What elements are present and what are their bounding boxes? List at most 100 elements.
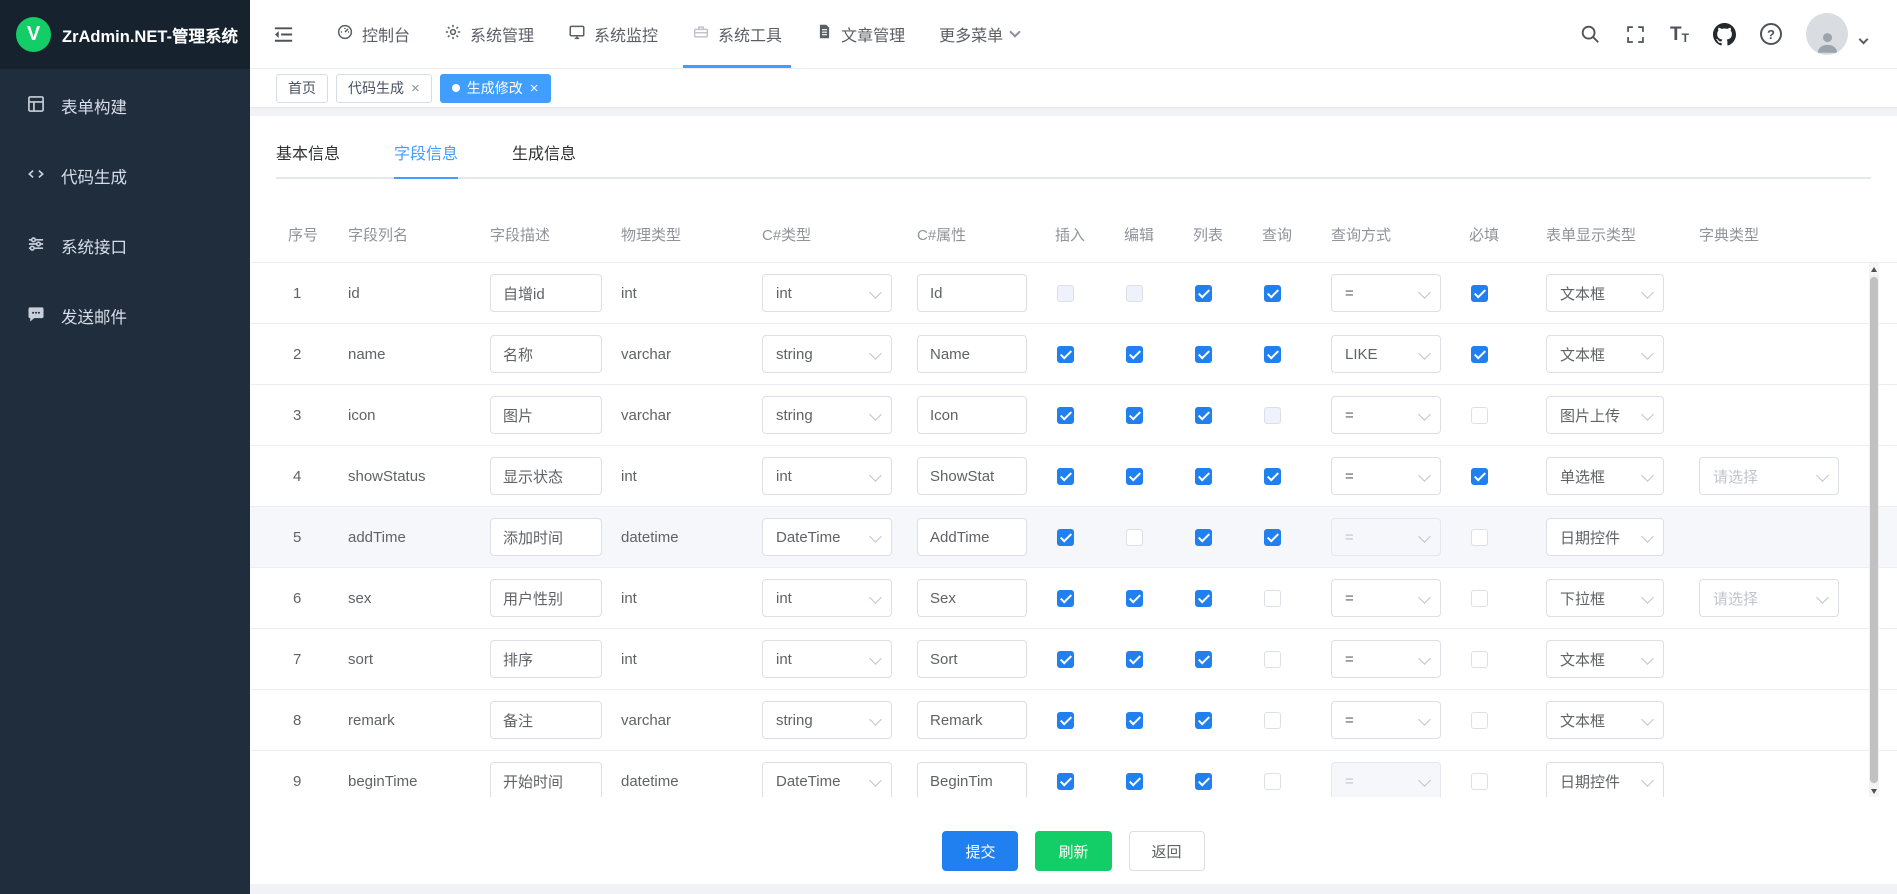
insert-checkbox[interactable] (1057, 773, 1074, 790)
edit-checkbox[interactable] (1126, 712, 1143, 729)
back-button[interactable]: 返回 (1129, 831, 1205, 871)
insert-checkbox[interactable] (1057, 346, 1074, 363)
list-checkbox[interactable] (1195, 773, 1212, 790)
display-type-select[interactable]: 图片上传 (1546, 396, 1664, 434)
csharp-property-input[interactable] (917, 457, 1027, 495)
query-checkbox[interactable] (1264, 346, 1281, 363)
csharp-property-input[interactable] (917, 396, 1027, 434)
required-checkbox[interactable] (1471, 529, 1488, 546)
dict-type-select[interactable]: 请选择 (1699, 579, 1839, 617)
insert-checkbox[interactable] (1057, 407, 1074, 424)
csharp-type-select[interactable]: DateTime (762, 518, 892, 556)
csharp-type-select[interactable]: DateTime (762, 762, 892, 797)
nav-item-system-management[interactable]: 系统管理 (427, 0, 551, 68)
list-checkbox[interactable] (1195, 285, 1212, 302)
display-type-select[interactable]: 下拉框 (1546, 579, 1664, 617)
csharp-property-input[interactable] (917, 518, 1027, 556)
scrollbar-thumb[interactable] (1870, 277, 1878, 783)
list-checkbox[interactable] (1195, 590, 1212, 607)
required-checkbox[interactable] (1471, 468, 1488, 485)
edit-checkbox[interactable] (1126, 651, 1143, 668)
insert-checkbox[interactable] (1057, 590, 1074, 607)
insert-checkbox[interactable] (1057, 529, 1074, 546)
tag-home[interactable]: 首页 (276, 74, 328, 103)
query-checkbox[interactable] (1264, 773, 1281, 790)
tag-generate-edit[interactable]: 生成修改 × (440, 74, 551, 103)
edit-checkbox[interactable] (1126, 773, 1143, 790)
sidebar-item-system-api[interactable]: 系统接口 (0, 211, 250, 281)
refresh-button[interactable]: 刷新 (1035, 831, 1111, 871)
field-description-input[interactable] (490, 701, 602, 739)
query-method-select[interactable]: = (1331, 701, 1441, 739)
edit-checkbox[interactable] (1126, 346, 1143, 363)
field-description-input[interactable] (490, 762, 602, 797)
insert-checkbox[interactable] (1057, 651, 1074, 668)
query-checkbox[interactable] (1264, 468, 1281, 485)
insert-checkbox[interactable] (1057, 712, 1074, 729)
field-description-input[interactable] (490, 457, 602, 495)
query-method-select[interactable]: = (1331, 396, 1441, 434)
edit-checkbox[interactable] (1126, 529, 1143, 546)
dict-type-select[interactable]: 请选择 (1699, 457, 1839, 495)
help-icon[interactable]: ? (1760, 23, 1782, 45)
tag-code-generation[interactable]: 代码生成 × (336, 74, 432, 103)
field-description-input[interactable] (490, 335, 602, 373)
sidebar-item-form-builder[interactable]: 表单构建 (0, 71, 250, 141)
fullscreen-icon[interactable] (1625, 24, 1646, 45)
nav-item-console[interactable]: 控制台 (319, 0, 427, 68)
display-type-select[interactable]: 文本框 (1546, 640, 1664, 678)
csharp-type-select[interactable]: int (762, 640, 892, 678)
tab-generation-info[interactable]: 生成信息 (512, 130, 576, 177)
required-checkbox[interactable] (1471, 346, 1488, 363)
csharp-type-select[interactable]: string (762, 396, 892, 434)
query-method-select[interactable]: = (1331, 579, 1441, 617)
nav-item-system-monitor[interactable]: 系统监控 (551, 0, 675, 68)
sidebar-item-code-generation[interactable]: 代码生成 (0, 141, 250, 211)
required-checkbox[interactable] (1471, 651, 1488, 668)
scroll-down-icon[interactable] (1869, 785, 1879, 797)
insert-checkbox[interactable] (1057, 468, 1074, 485)
csharp-property-input[interactable] (917, 640, 1027, 678)
display-type-select[interactable]: 日期控件 (1546, 518, 1664, 556)
display-type-select[interactable]: 日期控件 (1546, 762, 1664, 797)
submit-button[interactable]: 提交 (942, 831, 1018, 871)
list-checkbox[interactable] (1195, 407, 1212, 424)
query-checkbox[interactable] (1264, 529, 1281, 546)
required-checkbox[interactable] (1471, 407, 1488, 424)
query-method-select[interactable]: LIKE (1331, 335, 1441, 373)
query-checkbox[interactable] (1264, 712, 1281, 729)
edit-checkbox[interactable] (1126, 590, 1143, 607)
list-checkbox[interactable] (1195, 651, 1212, 668)
close-icon[interactable]: × (530, 81, 539, 96)
csharp-type-select[interactable]: int (762, 274, 892, 312)
field-description-input[interactable] (490, 518, 602, 556)
display-type-select[interactable]: 文本框 (1546, 335, 1664, 373)
edit-checkbox[interactable] (1126, 468, 1143, 485)
required-checkbox[interactable] (1471, 590, 1488, 607)
sidebar-collapse-icon[interactable] (272, 23, 295, 46)
required-checkbox[interactable] (1471, 773, 1488, 790)
nav-item-system-tools[interactable]: 系统工具 (675, 0, 799, 68)
query-method-select[interactable]: = (1331, 274, 1441, 312)
field-description-input[interactable] (490, 274, 602, 312)
csharp-type-select[interactable]: int (762, 457, 892, 495)
avatar-dropdown-icon[interactable] (1859, 35, 1869, 45)
csharp-property-input[interactable] (917, 762, 1027, 797)
scroll-up-icon[interactable] (1869, 263, 1879, 275)
scrollbar-track[interactable] (1869, 275, 1879, 785)
close-icon[interactable]: × (411, 81, 420, 96)
query-checkbox[interactable] (1264, 651, 1281, 668)
query-method-select[interactable]: = (1331, 640, 1441, 678)
csharp-type-select[interactable]: string (762, 701, 892, 739)
query-checkbox[interactable] (1264, 590, 1281, 607)
edit-checkbox[interactable] (1126, 407, 1143, 424)
search-icon[interactable] (1579, 23, 1601, 45)
field-description-input[interactable] (490, 579, 602, 617)
csharp-property-input[interactable] (917, 335, 1027, 373)
avatar[interactable] (1806, 13, 1848, 55)
list-checkbox[interactable] (1195, 712, 1212, 729)
display-type-select[interactable]: 文本框 (1546, 274, 1664, 312)
sidebar-item-send-mail[interactable]: 发送邮件 (0, 281, 250, 351)
list-checkbox[interactable] (1195, 346, 1212, 363)
display-type-select[interactable]: 文本框 (1546, 701, 1664, 739)
